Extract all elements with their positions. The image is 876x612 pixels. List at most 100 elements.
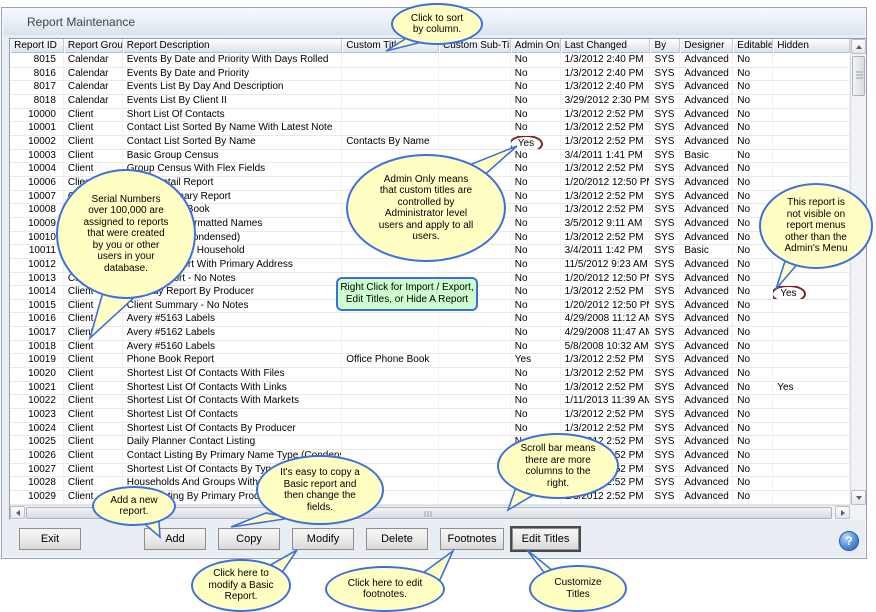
column-header[interactable]: Admin Only — [511, 39, 561, 53]
table-cell: No — [511, 300, 561, 313]
edit-titles-button[interactable]: Edit Titles — [512, 528, 579, 550]
table-cell: No — [733, 95, 773, 108]
scroll-up-button[interactable] — [851, 39, 866, 54]
modify-button[interactable]: Modify — [292, 528, 354, 550]
table-cell — [342, 341, 439, 354]
table-cell: No — [511, 163, 561, 176]
table-cell: SYS — [650, 54, 680, 67]
table-cell: Client — [64, 122, 123, 135]
exit-button[interactable]: Exit — [19, 528, 81, 550]
vertical-scrollbar[interactable] — [850, 39, 866, 505]
footnotes-button[interactable]: Footnotes — [440, 528, 504, 550]
table-cell: No — [733, 68, 773, 81]
table-cell: SYS — [650, 204, 680, 217]
table-cell: No — [511, 191, 561, 204]
table-cell: No — [733, 81, 773, 94]
column-header[interactable]: Report ID — [10, 39, 64, 53]
scrollbar-corner — [850, 505, 866, 520]
table-row[interactable]: 10016ClientAvery #5163 LabelsNo4/29/2008… — [10, 313, 850, 327]
table-cell: Advanced — [680, 259, 733, 272]
table-cell: SYS — [650, 313, 680, 326]
scroll-right-button[interactable] — [835, 506, 850, 519]
scroll-left-button[interactable] — [10, 506, 25, 519]
table-row[interactable]: 10002ClientContact List Sorted By NameCo… — [10, 136, 850, 150]
table-cell: SYS — [650, 109, 680, 122]
table-cell: 10001 — [10, 122, 64, 135]
table-cell: No — [733, 136, 773, 149]
table-cell: No — [733, 341, 773, 354]
table-row[interactable]: 10026ClientContact Listing By Primary Na… — [10, 450, 850, 464]
table-cell: No — [511, 81, 561, 94]
table-cell: No — [511, 259, 561, 272]
delete-button[interactable]: Delete — [366, 528, 428, 550]
table-cell: Avery #5160 Labels — [123, 341, 342, 354]
table-row[interactable]: 10021ClientShortest List Of Contacts Wit… — [10, 382, 850, 396]
table-row[interactable]: 10023ClientShortest List Of ContactsNo1/… — [10, 409, 850, 423]
table-cell — [773, 150, 850, 163]
table-row[interactable]: 10000ClientShort List Of ContactsNo1/3/2… — [10, 109, 850, 123]
table-cell: Advanced — [680, 68, 733, 81]
table-row[interactable]: 8015CalendarEvents By Date and Priority … — [10, 54, 850, 68]
table-cell: 10024 — [10, 423, 64, 436]
table-cell: No — [733, 382, 773, 395]
table-cell: Contacts By Name — [342, 136, 439, 149]
arrow-left-icon — [16, 510, 20, 516]
table-cell: 10002 — [10, 136, 64, 149]
screenshot-stage: Report Maintenance Report IDReport Grou…… — [0, 0, 876, 612]
table-cell: No — [511, 327, 561, 340]
table-row[interactable]: 10018ClientAvery #5160 LabelsNo5/8/2008 … — [10, 341, 850, 355]
table-cell: SYS — [650, 395, 680, 408]
table-cell: SYS — [650, 68, 680, 81]
table-cell — [773, 81, 850, 94]
table-cell: Advanced — [680, 122, 733, 135]
table-cell: No — [511, 122, 561, 135]
table-cell: Client — [64, 382, 123, 395]
vertical-scroll-thumb[interactable] — [852, 56, 865, 96]
scroll-down-button[interactable] — [851, 490, 866, 505]
help-icon[interactable]: ? — [839, 531, 859, 551]
table-cell: SYS — [650, 450, 680, 463]
table-cell — [439, 68, 511, 81]
table-cell: SYS — [650, 218, 680, 231]
table-cell: Office Phone Book — [342, 354, 439, 367]
column-header[interactable]: Report Grou… — [64, 39, 123, 53]
table-cell — [773, 477, 850, 490]
table-row[interactable]: 10001ClientContact List Sorted By Name W… — [10, 122, 850, 136]
table-cell: SYS — [650, 423, 680, 436]
table-cell: SYS — [650, 81, 680, 94]
table-cell: No — [733, 191, 773, 204]
table-cell: Avery #5163 Labels — [123, 313, 342, 326]
table-row[interactable]: 10025ClientDaily Planner Contact Listing… — [10, 436, 850, 450]
table-row[interactable]: 10027ClientShortest List Of Contacts By … — [10, 464, 850, 478]
table-cell: No — [733, 395, 773, 408]
table-row[interactable]: 10024ClientShortest List Of Contacts By … — [10, 423, 850, 437]
table-cell: 1/3/2012 2:40 PM — [561, 54, 651, 67]
copy-button[interactable]: Copy — [218, 528, 280, 550]
table-cell: Advanced — [680, 313, 733, 326]
table-cell: 10028 — [10, 477, 64, 490]
table-row[interactable]: 10019ClientPhone Book ReportOffice Phone… — [10, 354, 850, 368]
table-row[interactable]: 8016CalendarEvents By Date and PriorityN… — [10, 68, 850, 82]
table-row[interactable]: 8017CalendarEvents List By Day And Descr… — [10, 81, 850, 95]
column-header[interactable]: Report Description — [123, 39, 342, 53]
right-click-note: Right Click for Import / Export, Edit Ti… — [336, 277, 478, 311]
table-row[interactable]: 10017ClientAvery #5162 LabelsNo4/29/2008… — [10, 327, 850, 341]
column-header[interactable]: By — [650, 39, 680, 53]
table-row[interactable]: 10022ClientShortest List Of Contacts Wit… — [10, 395, 850, 409]
table-cell — [439, 491, 511, 504]
table-cell: Advanced — [680, 218, 733, 231]
column-header[interactable]: Editable — [733, 39, 773, 53]
table-cell: No — [511, 218, 561, 231]
column-header[interactable]: Designer — [680, 39, 733, 53]
table-cell: 10019 — [10, 354, 64, 367]
table-row[interactable]: 10020ClientShortest List Of Contacts Wit… — [10, 368, 850, 382]
column-header[interactable]: Last Changed — [561, 39, 651, 53]
column-header[interactable]: Hidden — [773, 39, 850, 53]
table-cell: No — [733, 177, 773, 190]
table-row[interactable]: 8018CalendarEvents List By Client IINo3/… — [10, 95, 850, 109]
add-button[interactable]: Add — [144, 528, 206, 550]
table-cell: Advanced — [680, 409, 733, 422]
table-cell: Client — [64, 313, 123, 326]
table-cell: Advanced — [680, 464, 733, 477]
circled-value: Yes — [773, 286, 805, 299]
